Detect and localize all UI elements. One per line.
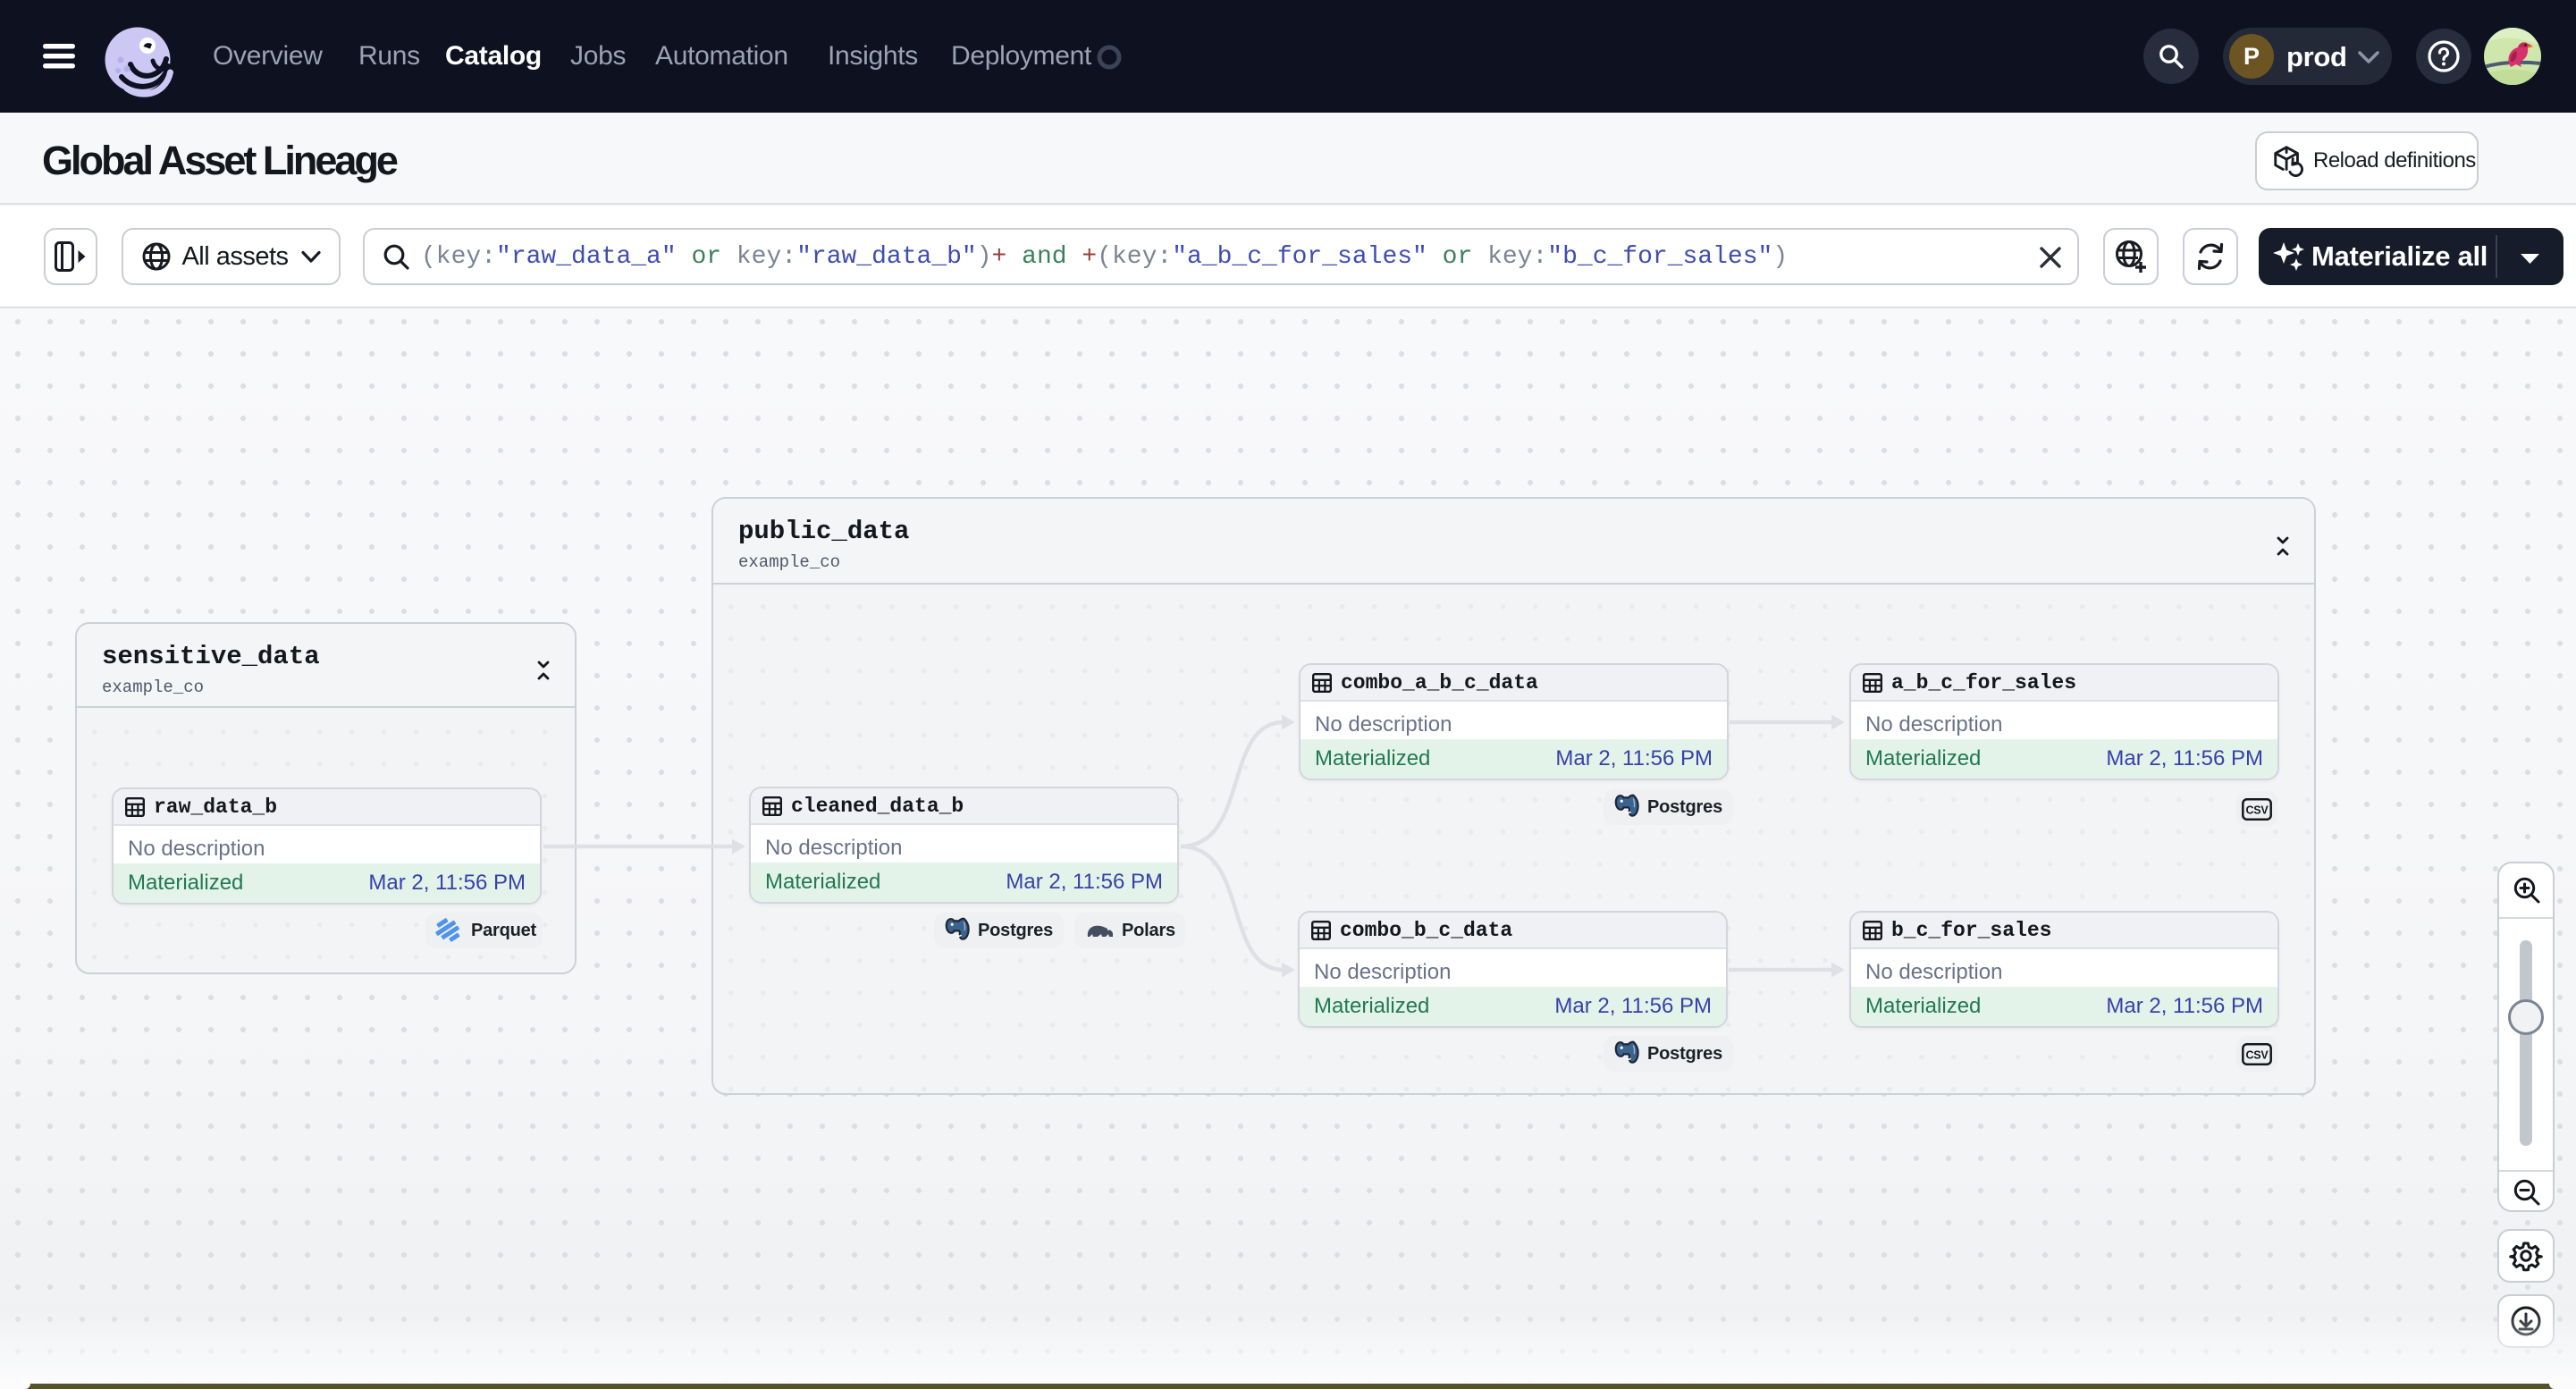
svg-text:CSV: CSV xyxy=(2245,804,2269,816)
svg-text:CSV: CSV xyxy=(2245,1048,2269,1061)
